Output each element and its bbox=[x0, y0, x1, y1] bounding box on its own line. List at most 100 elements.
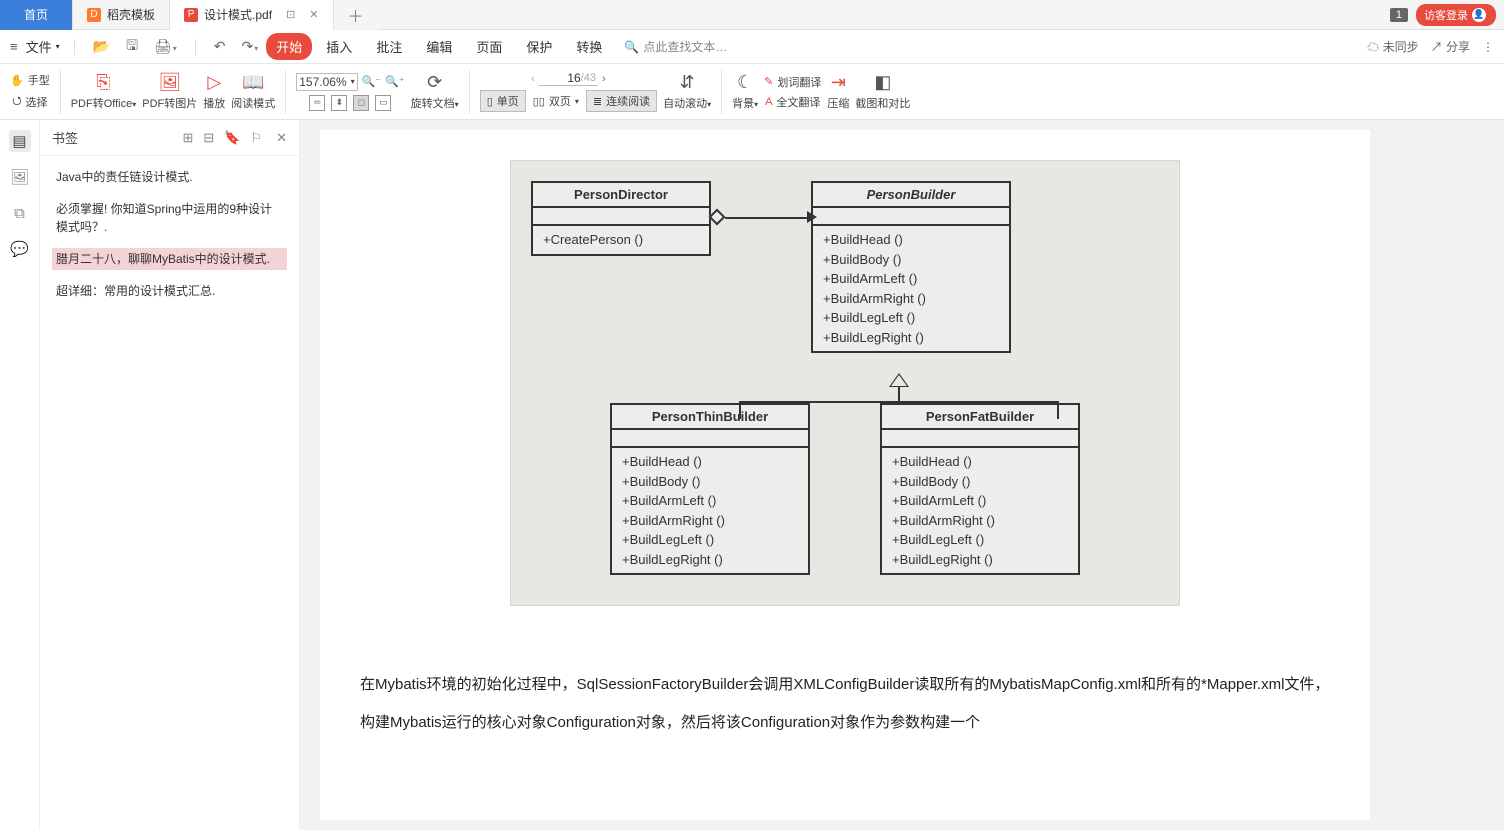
search-icon: 🔍 bbox=[624, 40, 639, 54]
fit-window-icon[interactable]: ▭ bbox=[375, 95, 391, 111]
class-person-fat-builder: PersonFatBuilder +BuildHead ()+BuildBody… bbox=[880, 403, 1080, 575]
fit-page-icon[interactable]: ⬍ bbox=[331, 95, 347, 111]
menutab-protect[interactable]: 保护 bbox=[516, 33, 562, 60]
page-next[interactable]: › bbox=[602, 73, 606, 85]
file-menu[interactable]: 文件▾ bbox=[26, 37, 60, 56]
login-button[interactable]: 访客登录 👤 bbox=[1416, 4, 1496, 26]
notification-badge[interactable]: 1 bbox=[1390, 8, 1408, 22]
book-icon: 📖 bbox=[242, 72, 264, 93]
rotate-icon: ⟳ bbox=[427, 72, 442, 93]
bookmark-item[interactable]: 超详细：常用的设计模式汇总. bbox=[52, 280, 287, 302]
bookmark-title: 书签 bbox=[52, 128, 78, 147]
bookmark-item[interactable]: Java中的责任链设计模式. bbox=[52, 166, 287, 188]
fit-width-icon[interactable]: ⬄ bbox=[309, 95, 325, 111]
tab-new[interactable]: ＋ bbox=[334, 0, 378, 30]
document-body-text: 在Mybatis环境的初始化过程中，SqlSessionFactoryBuild… bbox=[360, 666, 1330, 741]
view-continuous[interactable]: ≣连续阅读 bbox=[586, 90, 657, 112]
full-translate[interactable]: A全文翻译 bbox=[765, 94, 820, 110]
menutab-edit[interactable]: 编辑 bbox=[416, 33, 462, 60]
bookmark-flag-icon[interactable]: ⚐ bbox=[250, 130, 262, 146]
comments-icon[interactable]: 💬 bbox=[9, 238, 31, 260]
translate-icon: ✎ bbox=[764, 75, 773, 88]
image-panel-icon[interactable]: 🖼 bbox=[9, 166, 31, 188]
share-button[interactable]: ↗ 分享 bbox=[1431, 38, 1470, 55]
bookmark-item-selected[interactable]: 腊月二十八，聊聊MyBatis中的设计模式. bbox=[52, 248, 287, 270]
avatar-icon: 👤 bbox=[1472, 8, 1486, 22]
pdf-office-icon: ⎘ bbox=[96, 72, 110, 93]
redo-icon[interactable]: ↷ bbox=[238, 36, 263, 57]
moon-icon: ☾ bbox=[737, 72, 753, 93]
cloud-icon: ☁ bbox=[1367, 40, 1379, 54]
class-person-thin-builder: PersonThinBuilder +BuildHead ()+BuildBod… bbox=[610, 403, 810, 575]
search-box[interactable]: 🔍 点此查找文本… bbox=[624, 38, 727, 55]
uml-diagram: PersonDirector +CreatePerson () PersonBu… bbox=[510, 160, 1180, 606]
tab-document-active[interactable]: P 设计模式.pdf ⊡ ✕ bbox=[170, 0, 333, 30]
print-icon[interactable]: 🖨 bbox=[150, 36, 181, 57]
play-button[interactable]: ▷播放 bbox=[203, 72, 225, 111]
hand-tool[interactable]: ✋手型 bbox=[10, 72, 50, 88]
background[interactable]: ☾背景▾ bbox=[732, 72, 758, 111]
side-iconbar: ▤ 🖼 ⧉ 💬 bbox=[0, 120, 40, 830]
aggregation-diamond-icon bbox=[709, 209, 726, 226]
titlebar: 首页 D 稻壳模板 P 设计模式.pdf ⊡ ✕ ＋ 1 访客登录 👤 bbox=[0, 0, 1504, 30]
ribbon: ✋手型 ⭯选择 ⎘PDF转Office▾ 🖼PDF转图片 ▷播放 📖阅读模式 1… bbox=[0, 64, 1504, 120]
zoom-out-icon[interactable]: 🔍⁻ bbox=[362, 75, 382, 88]
view-double[interactable]: ▯▯双页▾ bbox=[526, 90, 586, 112]
tab-home[interactable]: 首页 bbox=[0, 0, 73, 30]
view-single[interactable]: ▯单页 bbox=[480, 90, 526, 112]
attachment-icon[interactable]: ⧉ bbox=[9, 202, 31, 224]
more-icon[interactable]: ⋮ bbox=[1482, 40, 1494, 54]
tab-shell-templates[interactable]: D 稻壳模板 bbox=[73, 0, 170, 30]
play-icon: ▷ bbox=[207, 72, 221, 93]
collapse-icon[interactable]: ⊟ bbox=[203, 130, 214, 146]
pin-icon[interactable]: ⊡ bbox=[286, 8, 295, 21]
autoscroll[interactable]: ⇵自动滚动▾ bbox=[663, 72, 711, 111]
class-person-builder: PersonBuilder +BuildHead ()+BuildBody ()… bbox=[811, 181, 1011, 353]
menutab-convert[interactable]: 转换 bbox=[566, 33, 612, 60]
single-page-icon: ▯ bbox=[487, 95, 493, 108]
rotate-doc[interactable]: ⟳旋转文档▾ bbox=[411, 72, 459, 111]
menutab-page[interactable]: 页面 bbox=[466, 33, 512, 60]
pdf-image-icon: 🖼 bbox=[158, 72, 181, 93]
compress[interactable]: ⇥压缩 bbox=[827, 72, 849, 111]
autoscroll-icon: ⇵ bbox=[680, 72, 695, 93]
outline-icon[interactable]: ▤ bbox=[9, 130, 31, 152]
bookmark-panel: 书签 ⊞ ⊟ 🔖 ⚐ ✕ Java中的责任链设计模式. 必须掌握! 你知道Spr… bbox=[40, 120, 300, 830]
select-tool[interactable]: ⭯选择 bbox=[12, 92, 47, 111]
close-panel-icon[interactable]: ✕ bbox=[276, 130, 287, 146]
shell-icon: D bbox=[87, 8, 101, 22]
menutab-start[interactable]: 开始 bbox=[266, 33, 312, 60]
share-icon: ↗ bbox=[1431, 40, 1443, 54]
pdf-page: PersonDirector +CreatePerson () PersonBu… bbox=[320, 130, 1370, 820]
arrow-head-icon bbox=[807, 211, 817, 223]
document-viewport[interactable]: PersonDirector +CreatePerson () PersonBu… bbox=[300, 120, 1504, 830]
expand-icon[interactable]: ⊞ bbox=[182, 130, 193, 146]
continuous-icon: ≣ bbox=[593, 95, 602, 108]
menutab-insert[interactable]: 插入 bbox=[316, 33, 362, 60]
fit-actual-icon[interactable]: ◻ bbox=[353, 95, 369, 111]
word-translate[interactable]: ✎划词翻译 bbox=[764, 74, 821, 90]
read-mode[interactable]: 📖阅读模式 bbox=[231, 72, 275, 111]
bookmark-add-icon[interactable]: 🔖 bbox=[224, 130, 240, 146]
compare[interactable]: ◧截图和对比 bbox=[855, 72, 910, 111]
save-icon[interactable]: 🖫 bbox=[122, 33, 142, 61]
hand-icon: ✋ bbox=[10, 74, 24, 87]
undo-icon[interactable]: ↶ bbox=[210, 36, 230, 57]
double-page-icon: ▯▯ bbox=[533, 95, 545, 108]
close-tab-icon[interactable]: ✕ bbox=[309, 8, 318, 21]
hamburger-icon[interactable]: ≡ bbox=[10, 39, 18, 54]
page-prev[interactable]: ‹ bbox=[531, 73, 535, 85]
menutab-annotate[interactable]: 批注 bbox=[366, 33, 412, 60]
compress-icon: ⇥ bbox=[831, 72, 846, 93]
open-icon[interactable]: 📂 bbox=[89, 36, 114, 57]
menubar: ≡ 文件▾ 📂 🖫 🖨 ↶ ↷ 开始 插入 批注 编辑 页面 保护 转换 🔍 点… bbox=[0, 30, 1504, 64]
cursor-icon: ⭯ bbox=[12, 92, 21, 111]
pdf-to-image[interactable]: 🖼PDF转图片 bbox=[142, 72, 197, 111]
zoom-in-icon[interactable]: 🔍⁺ bbox=[385, 75, 405, 88]
page-number-input[interactable]: /43 bbox=[539, 71, 598, 86]
sync-status[interactable]: ☁ 未同步 bbox=[1367, 38, 1418, 55]
class-person-director: PersonDirector +CreatePerson () bbox=[531, 181, 711, 256]
zoom-combo[interactable]: 157.06%▾ bbox=[296, 73, 357, 91]
bookmark-item[interactable]: 必须掌握! 你知道Spring中运用的9种设计模式吗？. bbox=[52, 198, 287, 238]
pdf-to-office[interactable]: ⎘PDF转Office▾ bbox=[71, 72, 137, 111]
